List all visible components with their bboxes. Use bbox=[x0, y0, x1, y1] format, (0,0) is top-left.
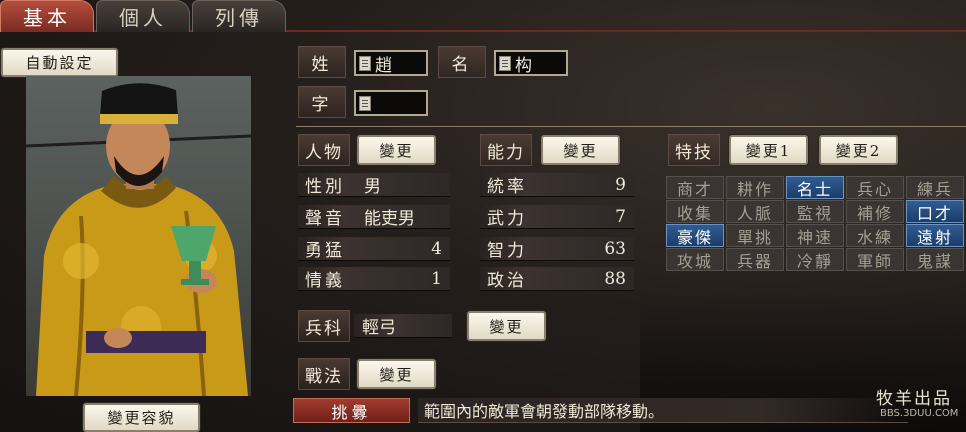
person-change-button[interactable]: 變更 bbox=[357, 135, 436, 165]
change-face-button[interactable]: 變更容貌 bbox=[83, 403, 200, 432]
skill-item[interactable]: 冷靜 bbox=[786, 248, 844, 271]
arms-change-button[interactable]: 變更 bbox=[467, 311, 546, 341]
skill-item[interactable]: 耕作 bbox=[726, 176, 784, 199]
given-name-label: 名 bbox=[438, 46, 486, 78]
surname-value: 趙 bbox=[375, 55, 392, 76]
tactic-name[interactable]: 挑釁 bbox=[293, 398, 410, 423]
skill-item[interactable]: 鬼謀 bbox=[906, 248, 964, 271]
portrait-image bbox=[26, 83, 251, 396]
skill-item[interactable]: 單挑 bbox=[726, 224, 784, 247]
skill-item[interactable]: 神速 bbox=[786, 224, 844, 247]
given-name-value: 构 bbox=[515, 55, 532, 76]
tab-basic[interactable]: 基本 bbox=[0, 0, 94, 32]
skill-item[interactable]: 監視 bbox=[786, 200, 844, 223]
special-skill-label: 特技 bbox=[668, 134, 720, 166]
arms-section-label: 兵科 bbox=[298, 310, 350, 342]
skill-item[interactable]: 水練 bbox=[846, 224, 904, 247]
style-name-field[interactable] bbox=[354, 90, 428, 116]
skill-item[interactable]: 兵心 bbox=[846, 176, 904, 199]
skill-item[interactable]: 收集 bbox=[666, 200, 724, 223]
ability-section-label: 能力 bbox=[480, 134, 532, 166]
tactic-description: 範圍內的敵軍會朝發動部隊移動。 bbox=[418, 398, 908, 423]
skill-item[interactable]: 名士 bbox=[786, 176, 844, 199]
surname-label: 姓 bbox=[298, 46, 346, 78]
skill-item[interactable]: 口才 bbox=[906, 200, 964, 223]
ability-row: 武力 7 bbox=[480, 205, 634, 229]
tab-bar: 基本 個人 列傳 bbox=[0, 0, 966, 32]
tactic-change-button[interactable]: 變更 bbox=[357, 359, 436, 389]
auto-setting-button[interactable]: 自動設定 bbox=[1, 48, 118, 77]
document-icon bbox=[359, 55, 371, 71]
surname-field[interactable]: 趙 bbox=[354, 50, 428, 76]
watermark-title: 牧羊出品 bbox=[876, 389, 952, 409]
skill-item[interactable]: 練兵 bbox=[906, 176, 964, 199]
tab-biography[interactable]: 列傳 bbox=[192, 0, 286, 32]
skill-item[interactable]: 補修 bbox=[846, 200, 904, 223]
style-name-label: 字 bbox=[298, 86, 346, 118]
skill-item[interactable]: 商才 bbox=[666, 176, 724, 199]
person-row: 性別男 bbox=[298, 173, 450, 197]
ability-row: 統率 9 bbox=[480, 173, 634, 197]
skill-item[interactable]: 軍師 bbox=[846, 248, 904, 271]
given-name-field[interactable]: 构 bbox=[494, 50, 568, 76]
skill-item[interactable]: 豪傑 bbox=[666, 224, 724, 247]
ability-change-button[interactable]: 變更 bbox=[541, 135, 620, 165]
skill-change-2-button[interactable]: 變更2 bbox=[819, 135, 898, 165]
person-row: 情義 1 bbox=[298, 267, 450, 291]
tab-personal[interactable]: 個人 bbox=[96, 0, 190, 32]
document-icon bbox=[499, 55, 511, 71]
portrait bbox=[26, 76, 251, 396]
skill-item[interactable]: 人脈 bbox=[726, 200, 784, 223]
watermark-url: BBS.3DUU.COM bbox=[880, 408, 959, 419]
skill-item[interactable]: 兵器 bbox=[726, 248, 784, 271]
skill-item[interactable]: 攻城 bbox=[666, 248, 724, 271]
ability-row: 政治 88 bbox=[480, 267, 634, 291]
skill-item[interactable]: 遠射 bbox=[906, 224, 964, 247]
skill-change-1-button[interactable]: 變更1 bbox=[729, 135, 808, 165]
person-section-label: 人物 bbox=[298, 134, 350, 166]
divider bbox=[296, 126, 966, 127]
person-row: 聲音 能吏男 bbox=[298, 205, 450, 229]
arms-value: 輕弓 bbox=[362, 318, 396, 338]
person-row: 勇猛 4 bbox=[298, 237, 450, 261]
document-icon bbox=[359, 95, 371, 111]
arms-value-row: 輕弓 bbox=[354, 314, 452, 338]
ability-row: 智力 63 bbox=[480, 237, 634, 261]
tactic-section-label: 戰法 bbox=[298, 358, 350, 390]
